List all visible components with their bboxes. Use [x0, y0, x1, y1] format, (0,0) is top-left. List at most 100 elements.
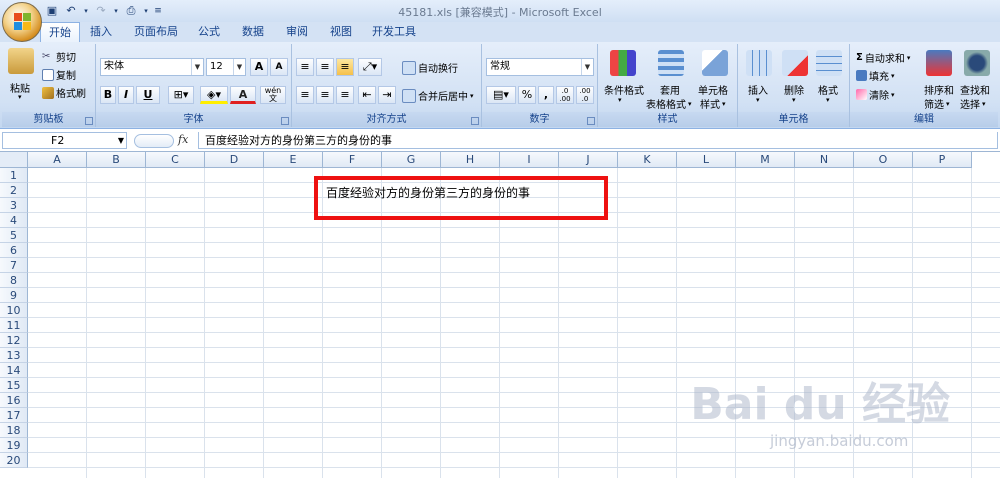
row-header-13[interactable]: 13 — [0, 348, 28, 363]
column-header-N[interactable]: N — [795, 152, 854, 168]
tab-home[interactable]: 开始 — [40, 22, 80, 43]
align-right-icon[interactable]: ≡ — [336, 86, 354, 104]
insert-function-icon[interactable]: fx — [178, 133, 188, 146]
customize-icon[interactable]: ≡ — [153, 3, 163, 19]
office-button[interactable] — [2, 2, 42, 42]
preview-dropdown-icon[interactable]: ▾ — [142, 3, 150, 19]
name-box[interactable]: F2 ▼ — [2, 132, 127, 149]
bold-button[interactable]: B — [100, 86, 116, 104]
dialog-launcher-icon[interactable] — [281, 117, 289, 125]
redo-icon[interactable]: ↷ — [93, 3, 109, 19]
increase-decimal-button[interactable]: .0 .00 — [556, 86, 574, 104]
percent-button[interactable]: % — [518, 86, 536, 104]
find-select-label-1[interactable]: 查找和 — [960, 82, 990, 97]
row-header-9[interactable]: 9 — [0, 288, 28, 303]
row-header-3[interactable]: 3 — [0, 198, 28, 213]
row-header-17[interactable]: 17 — [0, 408, 28, 423]
accounting-format-button[interactable]: ▤▾ — [486, 86, 516, 104]
row-header-5[interactable]: 5 — [0, 228, 28, 243]
column-header-P[interactable]: P — [913, 152, 972, 168]
column-header-D[interactable]: D — [205, 152, 264, 168]
format-painter-button[interactable]: 格式刷 — [42, 85, 86, 100]
row-header-7[interactable]: 7 — [0, 258, 28, 273]
column-header-M[interactable]: M — [736, 152, 795, 168]
borders-button[interactable]: ⊞▾ — [168, 86, 194, 104]
clear-button[interactable]: 清除 ▾ — [856, 87, 895, 102]
tab-view[interactable]: 视图 — [324, 22, 358, 42]
table-format-label-1[interactable]: 套用 — [660, 82, 680, 97]
insert-cells-button[interactable]: 插入 — [748, 82, 768, 97]
column-header-G[interactable]: G — [382, 152, 441, 168]
column-header-H[interactable]: H — [441, 152, 500, 168]
comma-button[interactable]: , — [538, 86, 554, 104]
formula-input[interactable]: 百度经验对方的身份第三方的身份的事 — [198, 132, 998, 149]
phonetic-button[interactable]: wén 文 — [260, 86, 286, 104]
select-all-corner[interactable] — [0, 152, 28, 168]
tab-data[interactable]: 数据 — [236, 22, 270, 42]
column-header-A[interactable]: A — [28, 152, 87, 168]
conditional-format-button[interactable]: 条件格式 — [604, 82, 644, 97]
cell-styles-label-1[interactable]: 单元格 — [698, 82, 728, 97]
number-format-combo[interactable]: 常规 ▼ — [486, 58, 594, 76]
redo-dropdown-icon[interactable]: ▾ — [112, 3, 120, 19]
row-header-18[interactable]: 18 — [0, 423, 28, 438]
merge-center-button[interactable]: 合并后居中 ▾ — [402, 88, 474, 103]
dialog-launcher-icon[interactable] — [471, 117, 479, 125]
copy-button[interactable]: 复制 — [42, 67, 76, 82]
row-header-11[interactable]: 11 — [0, 318, 28, 333]
undo-icon[interactable]: ↶ — [63, 3, 79, 19]
row-header-2[interactable]: 2 — [0, 183, 28, 198]
save-icon[interactable]: ▣ — [44, 3, 60, 19]
row-header-10[interactable]: 10 — [0, 303, 28, 318]
tab-page-layout[interactable]: 页面布局 — [128, 22, 184, 42]
find-select-button[interactable]: 选择 ▾ — [960, 96, 986, 112]
row-header-16[interactable]: 16 — [0, 393, 28, 408]
row-header-12[interactable]: 12 — [0, 333, 28, 348]
column-header-E[interactable]: E — [264, 152, 323, 168]
column-header-J[interactable]: J — [559, 152, 618, 168]
row-header-15[interactable]: 15 — [0, 378, 28, 393]
align-middle-icon[interactable]: ≡ — [316, 58, 334, 76]
column-header-K[interactable]: K — [618, 152, 677, 168]
sort-filter-button[interactable]: 筛选 ▾ — [924, 96, 950, 112]
align-bottom-icon[interactable]: ≡ — [336, 58, 354, 76]
tab-developer[interactable]: 开发工具 — [366, 22, 422, 42]
decrease-decimal-button[interactable]: .00 .0 — [576, 86, 594, 104]
row-header-1[interactable]: 1 — [0, 168, 28, 183]
font-size-combo[interactable]: 12 ▼ — [206, 58, 246, 76]
formula-bar-grip[interactable] — [134, 134, 174, 148]
font-color-button[interactable]: A — [230, 86, 256, 104]
fill-button[interactable]: 填充 ▾ — [856, 68, 895, 83]
column-header-L[interactable]: L — [677, 152, 736, 168]
dialog-launcher-icon[interactable] — [85, 117, 93, 125]
cut-button[interactable]: ✂ 剪切 — [42, 49, 76, 65]
format-cells-button[interactable]: 格式 — [818, 82, 838, 97]
column-header-F[interactable]: F — [323, 152, 382, 168]
align-center-icon[interactable]: ≡ — [316, 86, 334, 104]
row-header-4[interactable]: 4 — [0, 213, 28, 228]
increase-indent-icon[interactable]: ⇥ — [378, 86, 396, 104]
orientation-icon[interactable]: ⤢▾ — [358, 58, 382, 76]
cell-styles-button[interactable]: 样式 ▾ — [700, 96, 726, 112]
underline-button[interactable]: U — [136, 86, 160, 104]
row-header-6[interactable]: 6 — [0, 243, 28, 258]
column-header-C[interactable]: C — [146, 152, 205, 168]
column-header-I[interactable]: I — [500, 152, 559, 168]
tab-review[interactable]: 审阅 — [280, 22, 314, 42]
fill-color-button[interactable]: ◈▾ — [200, 86, 228, 104]
row-header-20[interactable]: 20 — [0, 453, 28, 468]
align-top-icon[interactable]: ≡ — [296, 58, 314, 76]
dialog-launcher-icon[interactable] — [587, 117, 595, 125]
grow-font-button[interactable]: A — [250, 58, 268, 76]
print-preview-icon[interactable]: ⎙ — [123, 3, 139, 19]
column-header-B[interactable]: B — [87, 152, 146, 168]
tab-formulas[interactable]: 公式 — [192, 22, 226, 42]
autosum-button[interactable]: Σ 自动求和 ▾ — [856, 50, 910, 65]
shrink-font-button[interactable]: A — [270, 58, 288, 76]
row-header-19[interactable]: 19 — [0, 438, 28, 453]
row-header-8[interactable]: 8 — [0, 273, 28, 288]
decrease-indent-icon[interactable]: ⇤ — [358, 86, 376, 104]
paste-dropdown-icon[interactable]: ▾ — [18, 93, 22, 101]
paste-icon[interactable] — [8, 48, 34, 74]
row-header-14[interactable]: 14 — [0, 363, 28, 378]
